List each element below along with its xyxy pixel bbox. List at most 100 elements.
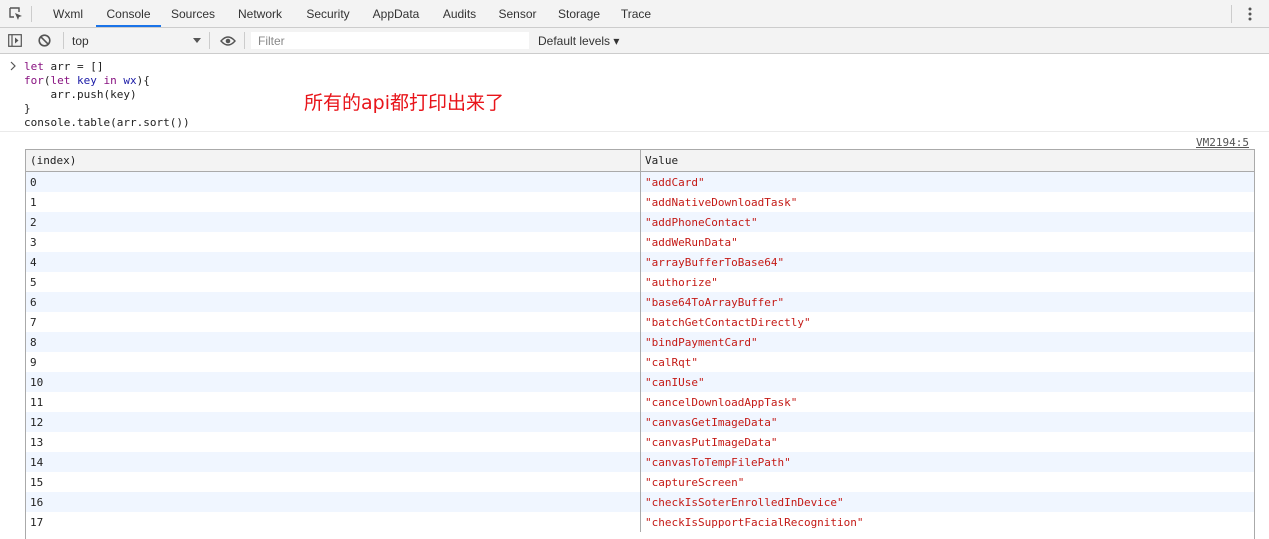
table-row: 15 "captureScreen" — [26, 472, 1254, 492]
inspect-element-icon[interactable] — [9, 7, 23, 21]
eye-icon[interactable] — [220, 36, 236, 46]
table-row: 9 "calRqt" — [26, 352, 1254, 372]
index-cell: 0 — [26, 171, 641, 192]
index-cell: 6 — [26, 292, 641, 312]
index-cell: 11 — [26, 392, 641, 412]
index-cell: 13 — [26, 432, 641, 452]
clear-console-icon[interactable] — [38, 34, 51, 47]
code-identifier: wx — [123, 74, 137, 87]
index-cell: 1 — [26, 192, 641, 212]
table-row: 5 "authorize" — [26, 272, 1254, 292]
code-text: ){ — [136, 74, 150, 87]
devtools-tab-bar: Wxml Console Sources Network Security Ap… — [0, 0, 1269, 28]
table-header-row: (index) Value — [26, 150, 1254, 172]
tab-separator — [1231, 5, 1232, 23]
value-cell: "calRqt" — [640, 352, 1254, 372]
chevron-down-icon[interactable] — [193, 38, 201, 43]
code-text: } — [24, 102, 31, 115]
value-cell: "addNativeDownloadTask" — [640, 192, 1254, 212]
index-cell: 4 — [26, 252, 641, 272]
column-header-value[interactable]: Value — [640, 150, 1254, 172]
table-row: 2 "addPhoneContact" — [26, 212, 1254, 232]
value-cell: "canIUse" — [640, 372, 1254, 392]
index-cell: 3 — [26, 232, 641, 252]
tab-security[interactable]: Security — [297, 0, 359, 27]
table-row: 11 "cancelDownloadAppTask" — [26, 392, 1254, 412]
tab-wxml[interactable]: Wxml — [42, 0, 94, 27]
table-row: 4 "arrayBufferToBase64" — [26, 252, 1254, 272]
table-row: 3 "addWeRunData" — [26, 232, 1254, 252]
tab-console[interactable]: Console — [96, 0, 161, 27]
table-row: 7 "batchGetContactDirectly" — [26, 312, 1254, 332]
value-cell: "addPhoneContact" — [640, 212, 1254, 232]
table-row: 1 "addNativeDownloadTask" — [26, 192, 1254, 212]
value-cell: "batchGetContactDirectly" — [640, 312, 1254, 332]
message-divider — [0, 131, 1269, 132]
value-cell: "base64ToArrayBuffer" — [640, 292, 1254, 312]
toolbar-separator — [209, 32, 210, 49]
code-keyword: let — [50, 74, 71, 87]
value-cell: "addWeRunData" — [640, 232, 1254, 252]
index-cell: 8 — [26, 332, 641, 352]
value-cell: "canvasGetImageData" — [640, 412, 1254, 432]
value-cell: "authorize" — [640, 272, 1254, 292]
console-table: (index) Value 0 "addCard" 1 "addNativeDown… — [25, 149, 1255, 539]
table-row: 12 "canvasGetImageData" — [26, 412, 1254, 432]
table-row: 6 "base64ToArrayBuffer" — [26, 292, 1254, 312]
data-table: (index) Value 0 "addCard" 1 "addNativeDown… — [26, 150, 1254, 532]
filter-input[interactable] — [251, 32, 529, 49]
index-cell: 14 — [26, 452, 641, 472]
table-row: 13 "canvasPutImageData" — [26, 432, 1254, 452]
toolbar-separator — [63, 32, 64, 49]
show-sidebar-icon[interactable] — [8, 34, 22, 47]
value-cell: "canvasToTempFilePath" — [640, 452, 1254, 472]
tab-audits[interactable]: Audits — [434, 0, 485, 27]
code-keyword: let — [24, 60, 44, 73]
index-cell: 17 — [26, 512, 641, 532]
index-cell: 5 — [26, 272, 641, 292]
value-cell: "captureScreen" — [640, 472, 1254, 492]
value-cell: "addCard" — [640, 171, 1254, 192]
tab-network[interactable]: Network — [228, 0, 292, 27]
table-row: 0 "addCard" — [26, 171, 1254, 192]
code-keyword: for — [24, 74, 44, 87]
tab-separator — [31, 6, 32, 22]
index-cell: 12 — [26, 412, 641, 432]
code-text: ( — [43, 74, 51, 87]
log-levels-dropdown[interactable]: Default levels ▾ — [538, 28, 619, 53]
table-row: 17 "checkIsSupportFacialRecognition" — [26, 512, 1254, 532]
more-options-icon[interactable] — [1244, 7, 1256, 21]
chevron-right-icon — [10, 61, 16, 71]
code-text: arr = [] — [43, 60, 104, 73]
index-cell: 9 — [26, 352, 641, 372]
tab-sensor[interactable]: Sensor — [490, 0, 545, 27]
table-row: 14 "canvasToTempFilePath" — [26, 452, 1254, 472]
table-row: 10 "canIUse" — [26, 372, 1254, 392]
code-text: console.table(arr.sort()) — [24, 116, 190, 129]
toolbar-separator — [244, 32, 245, 49]
tab-appdata[interactable]: AppData — [363, 0, 429, 27]
console-input-code: let arr = [] for(let key in wx){ arr.pus… — [24, 60, 190, 130]
table-row: 16 "checkIsSoterEnrolledInDevice" — [26, 492, 1254, 512]
index-cell: 15 — [26, 472, 641, 492]
index-cell: 10 — [26, 372, 641, 392]
value-cell: "arrayBufferToBase64" — [640, 252, 1254, 272]
value-cell: "checkIsSupportFacialRecognition" — [640, 512, 1254, 532]
code-text: arr.push(key) — [24, 88, 137, 101]
column-header-index[interactable]: (index) — [26, 150, 641, 172]
tab-storage[interactable]: Storage — [549, 0, 609, 27]
value-cell: "cancelDownloadAppTask" — [640, 392, 1254, 412]
tab-trace[interactable]: Trace — [614, 0, 658, 27]
value-cell: "bindPaymentCard" — [640, 332, 1254, 352]
table-row: 8 "bindPaymentCard" — [26, 332, 1254, 352]
index-cell: 2 — [26, 212, 641, 232]
value-cell: "checkIsSoterEnrolledInDevice" — [640, 492, 1254, 512]
console-toolbar: top Default levels ▾ — [0, 28, 1269, 54]
index-cell: 16 — [26, 492, 641, 512]
source-location-link[interactable]: VM2194:5 — [1196, 136, 1249, 149]
code-identifier: key — [77, 74, 97, 87]
tab-sources[interactable]: Sources — [163, 0, 223, 27]
code-keyword: in — [103, 74, 117, 87]
execution-context-select[interactable]: top — [72, 28, 89, 53]
